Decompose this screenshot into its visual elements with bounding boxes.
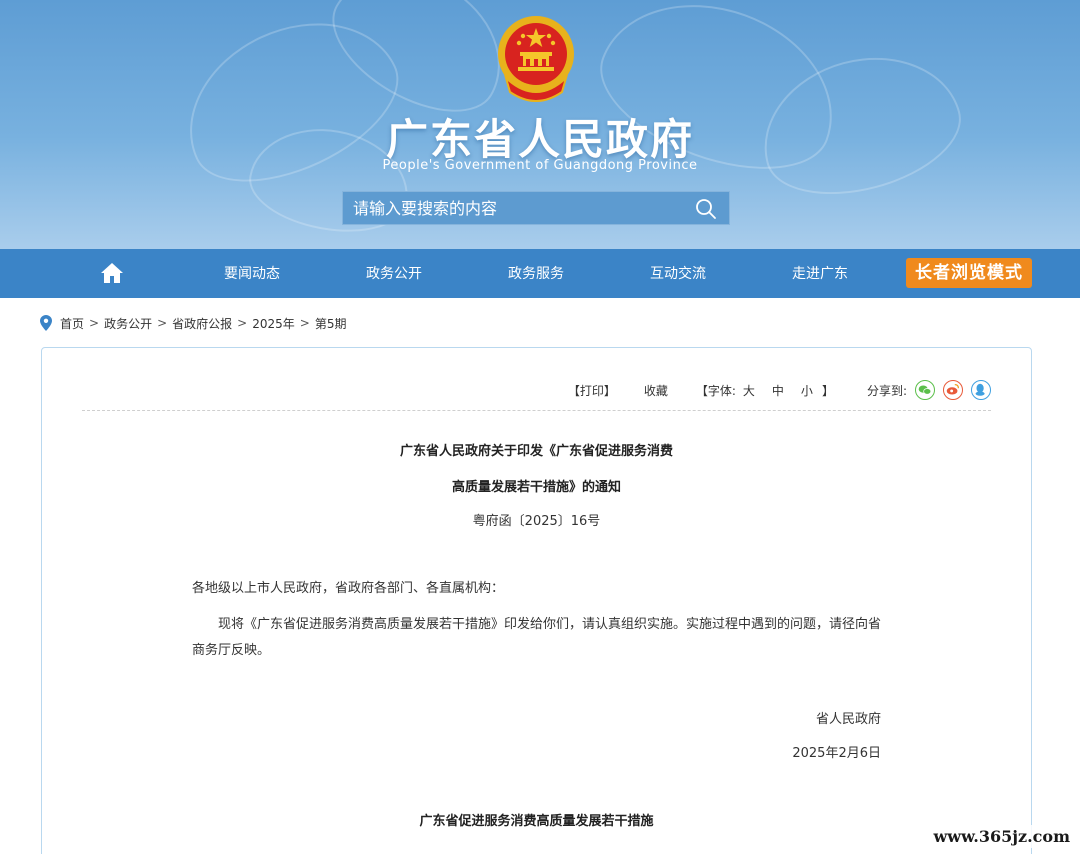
article-content: 【打印】 收藏 【字体: 大 中 小 】 分享到: 广东省人民政府关于印发《广东… — [41, 347, 1032, 854]
search-input[interactable] — [343, 192, 683, 224]
nav-item-services[interactable]: 政务服务 — [508, 263, 564, 283]
wechat-icon[interactable] — [915, 380, 935, 400]
breadcrumb-separator: > — [157, 316, 168, 330]
search-box — [342, 191, 730, 225]
breadcrumb-year[interactable]: 2025年 — [252, 315, 295, 332]
font-size-control: 【字体: 大 中 小 】 — [696, 382, 839, 399]
font-medium-button[interactable]: 中 — [772, 382, 784, 399]
font-size-label: 【字体: — [695, 383, 736, 398]
breadcrumb: 首页 > 政务公开 > 省政府公报 > 2025年 > 第5期 — [40, 313, 346, 333]
breadcrumb-gov-affairs[interactable]: 政务公开 — [104, 315, 152, 332]
document-title-line1: 广东省人民政府关于印发《广东省促进服务消费 — [399, 444, 673, 459]
document-signer: 省人民政府 — [815, 712, 881, 727]
font-size-close: 】 — [821, 383, 834, 398]
print-button[interactable]: 【打印】 — [568, 382, 616, 399]
article-toolbar: 【打印】 收藏 【字体: 大 中 小 】 分享到: — [568, 378, 991, 402]
nav-item-interaction[interactable]: 互动交流 — [650, 263, 706, 283]
weibo-icon[interactable] — [943, 380, 963, 400]
main-nav: 要闻动态 政务公开 政务服务 互动交流 走进广东 长者浏览模式 — [0, 249, 1080, 298]
breadcrumb-separator: > — [89, 316, 100, 330]
document-number: 粤府函〔2025〕16号 — [472, 514, 601, 529]
national-emblem-icon — [498, 16, 574, 102]
document-date: 2025年2月6日 — [792, 746, 881, 761]
font-large-button[interactable]: 大 — [743, 382, 755, 399]
share-label: 分享到: — [866, 383, 907, 398]
nav-item-gov-affairs[interactable]: 政务公开 — [366, 263, 422, 283]
breadcrumb-separator: > — [299, 316, 310, 330]
site-subtitle: People's Government of Guangdong Provinc… — [382, 158, 698, 173]
font-small-button[interactable]: 小 — [801, 382, 813, 399]
location-pin-icon — [40, 315, 52, 331]
nav-item-about[interactable]: 走进广东 — [792, 263, 848, 283]
document-salutation: 各地级以上市人民政府，省政府各部门、各直属机构： — [192, 581, 505, 596]
breadcrumb-gazette[interactable]: 省政府公报 — [172, 315, 232, 332]
attachment-title: 广东省促进服务消费高质量发展若干措施 — [419, 814, 654, 829]
qq-icon[interactable] — [971, 380, 991, 400]
document-body: 现将《广东省促进服务消费高质量发展若干措施》印发给你们，请认真组织实施。实施过程… — [192, 617, 882, 658]
site-header: 广东省人民政府 People's Government of Guangdong… — [0, 0, 1080, 249]
breadcrumb-home[interactable]: 首页 — [60, 315, 84, 332]
home-icon[interactable] — [100, 261, 124, 285]
search-icon[interactable] — [695, 198, 717, 220]
document-title-line2: 高质量发展若干措施》的通知 — [451, 480, 621, 495]
breadcrumb-issue[interactable]: 第5期 — [315, 315, 347, 332]
divider — [82, 410, 991, 411]
watermark: www.365jz.com — [929, 825, 1074, 848]
breadcrumb-separator: > — [237, 316, 248, 330]
nav-item-news[interactable]: 要闻动态 — [224, 263, 280, 283]
elder-mode-button[interactable]: 长者浏览模式 — [906, 258, 1032, 288]
favorite-button[interactable]: 收藏 — [644, 382, 668, 399]
